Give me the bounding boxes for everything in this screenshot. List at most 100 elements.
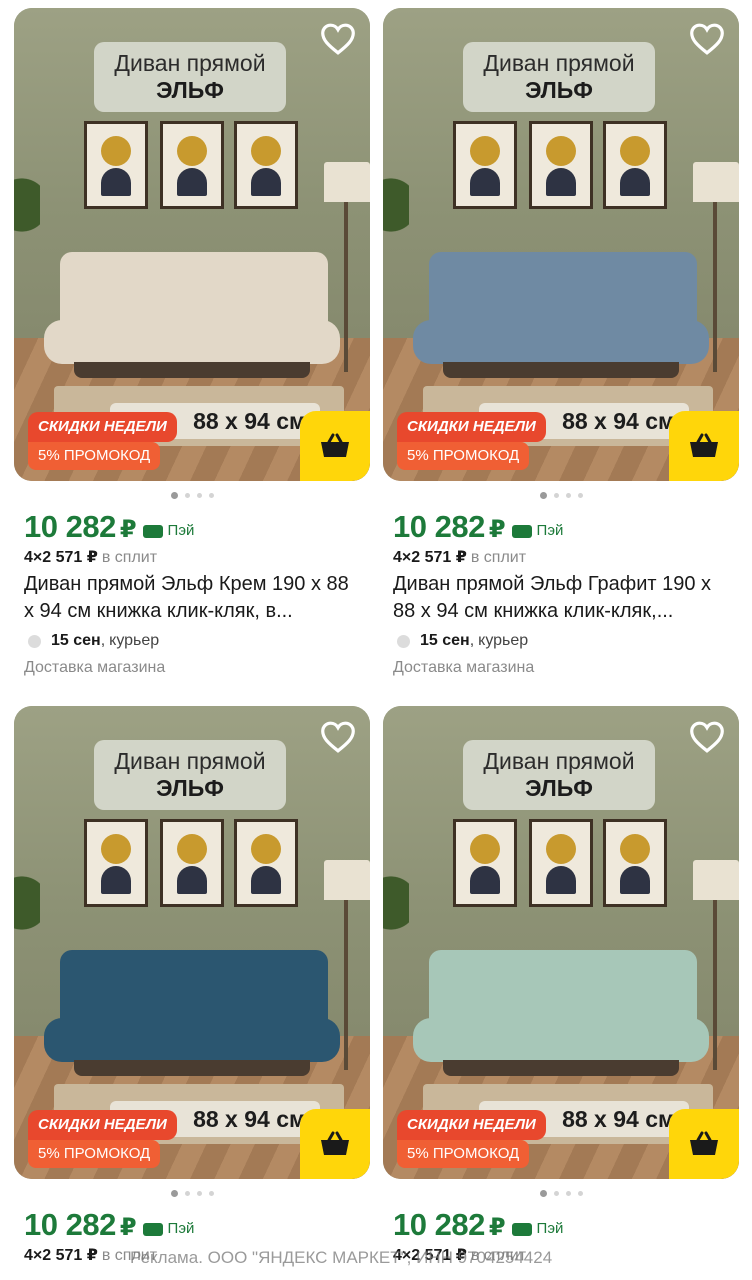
delivery-dot-icon: [397, 634, 410, 648]
pager-dot[interactable]: [184, 492, 190, 498]
pager-dot[interactable]: [565, 492, 571, 498]
sofa-base: [443, 362, 679, 378]
art-frame: [453, 819, 517, 907]
ad-disclaimer: Реклама. ООО "ЯНДЕКС МАРКЕТ", ИНН 970425…: [130, 1248, 553, 1267]
sofa-back: [429, 252, 697, 328]
art-frame: [234, 819, 298, 907]
pager-dot[interactable]: [170, 491, 178, 499]
sofa-back: [60, 252, 328, 328]
delivery-date: 15 сен: [420, 632, 470, 649]
image-pager[interactable]: [383, 481, 739, 509]
art-frame: [603, 819, 667, 907]
image-title-plaque: Диван прямой ЭЛЬФ: [94, 42, 286, 112]
sofa-seat: [413, 320, 709, 364]
delivery-mode: курьер: [478, 632, 529, 649]
product-image[interactable]: Диван прямой ЭЛЬФ 88 x 94 см СКИДКИ НЕДЕ…: [383, 706, 739, 1179]
product-card[interactable]: Диван прямой ЭЛЬФ 88 x 94 см СКИДКИ НЕДЕ…: [383, 706, 739, 1269]
add-to-cart-button[interactable]: [669, 411, 739, 481]
split-suffix: в сплит: [101, 549, 158, 566]
basket-icon: [690, 1131, 718, 1155]
pager-dot[interactable]: [196, 492, 202, 498]
pager-dot[interactable]: [196, 1190, 202, 1196]
delivery-info: 15 сен, курьер: [383, 627, 739, 655]
card-icon: [142, 1223, 163, 1236]
pager-dot[interactable]: [577, 492, 583, 498]
delivery-info: 15 сен, курьер: [14, 627, 370, 655]
price-value: 10 282: [24, 1207, 116, 1242]
price-row: 10 282 ₽ Пэй: [383, 1207, 739, 1243]
plant-decor: [14, 876, 40, 966]
price-currency: ₽: [488, 1214, 506, 1241]
pager-dot[interactable]: [208, 1190, 214, 1196]
sofa-base: [74, 1060, 310, 1076]
price-value: 10 282: [393, 509, 485, 544]
delivery-separator: ,: [469, 632, 475, 649]
favorite-button[interactable]: [320, 720, 356, 754]
price-row: 10 282 ₽ Пэй: [14, 509, 370, 545]
pay-label: Пэй: [536, 1220, 564, 1237]
image-title-plaque: Диван прямой ЭЛЬФ: [463, 740, 655, 810]
split-payment: 4×2 571 ₽ в сплит: [383, 545, 739, 571]
pager-dot[interactable]: [539, 491, 547, 499]
product-image[interactable]: Диван прямой ЭЛЬФ 88 x 94 см СКИДКИ НЕДЕ…: [14, 8, 370, 481]
pay-badge: Пэй: [511, 1220, 564, 1237]
art-frame: [84, 819, 148, 907]
favorite-button[interactable]: [689, 720, 725, 754]
pager-dot[interactable]: [184, 1190, 190, 1196]
heart-outline-icon: [690, 721, 724, 753]
image-pager[interactable]: [14, 481, 370, 509]
delivery-mode: курьер: [109, 632, 160, 649]
pager-dot[interactable]: [208, 492, 214, 498]
pager-dot[interactable]: [553, 1190, 559, 1196]
pager-dot[interactable]: [565, 1190, 571, 1196]
add-to-cart-button[interactable]: [669, 1109, 739, 1179]
add-to-cart-button[interactable]: [300, 411, 370, 481]
favorite-button[interactable]: [689, 22, 725, 56]
product-image[interactable]: Диван прямой ЭЛЬФ 88 x 94 см СКИДКИ НЕДЕ…: [14, 706, 370, 1179]
price-row: 10 282 ₽ Пэй: [14, 1207, 370, 1243]
pager-dot[interactable]: [553, 492, 559, 498]
add-to-cart-button[interactable]: [300, 1109, 370, 1179]
plaque-line2: ЭЛЬФ: [156, 77, 224, 103]
product-grid: Диван прямой ЭЛЬФ 88 x 94 см СКИДКИ НЕДЕ…: [0, 0, 752, 1280]
plant-decor: [383, 876, 409, 966]
basket-icon: [321, 433, 349, 457]
lamp-pole-decor: [344, 900, 348, 1070]
seller-delivery: Доставка магазина: [393, 659, 535, 676]
price-currency: ₽: [488, 516, 506, 543]
sofa-seat: [413, 1018, 709, 1062]
pager-dot[interactable]: [170, 1189, 178, 1197]
card-icon: [142, 525, 163, 538]
sofa-base: [443, 1060, 679, 1076]
art-frame: [160, 819, 224, 907]
weekly-discount-badge: СКИДКИ НЕДЕЛИ: [28, 1110, 177, 1140]
product-card[interactable]: Диван прямой ЭЛЬФ 88 x 94 см СКИДКИ НЕДЕ…: [14, 8, 370, 681]
art-frame: [603, 121, 667, 209]
pager-dot[interactable]: [577, 1190, 583, 1196]
image-pager[interactable]: [383, 1179, 739, 1207]
pager-dot[interactable]: [539, 1189, 547, 1197]
product-title[interactable]: Диван прямой Эльф Крем 190 x 88 x 94 см …: [14, 571, 370, 627]
pay-badge: Пэй: [142, 1220, 194, 1237]
weekly-discount-badge: СКИДКИ НЕДЕЛИ: [28, 412, 177, 442]
basket-icon: [321, 1131, 349, 1155]
pay-badge: Пэй: [511, 522, 563, 539]
image-pager[interactable]: [14, 1179, 370, 1207]
lamp-decor: [693, 860, 739, 900]
heart-outline-icon: [690, 23, 724, 55]
heart-outline-icon: [321, 721, 355, 753]
art-frame: [453, 121, 517, 209]
product-image[interactable]: Диван прямой ЭЛЬФ 88 x 94 см СКИДКИ НЕДЕ…: [383, 8, 739, 481]
price-value: 10 282: [24, 509, 116, 544]
lamp-decor: [324, 860, 370, 900]
sofa-back: [60, 950, 328, 1026]
favorite-button[interactable]: [320, 22, 356, 56]
price-row: 10 282 ₽ Пэй: [383, 509, 739, 545]
price-value: 10 282: [393, 1207, 485, 1242]
plaque-line1: Диван прямой: [114, 50, 266, 76]
product-card[interactable]: Диван прямой ЭЛЬФ 88 x 94 см СКИДКИ НЕДЕ…: [14, 706, 370, 1269]
product-card[interactable]: Диван прямой ЭЛЬФ 88 x 94 см СКИДКИ НЕДЕ…: [383, 8, 739, 681]
product-title[interactable]: Диван прямой Эльф Графит 190 x 88 x 94 с…: [383, 571, 739, 627]
split-payment: 4×2 571 ₽ в сплит: [14, 545, 370, 571]
sofa-seat: [44, 1018, 340, 1062]
